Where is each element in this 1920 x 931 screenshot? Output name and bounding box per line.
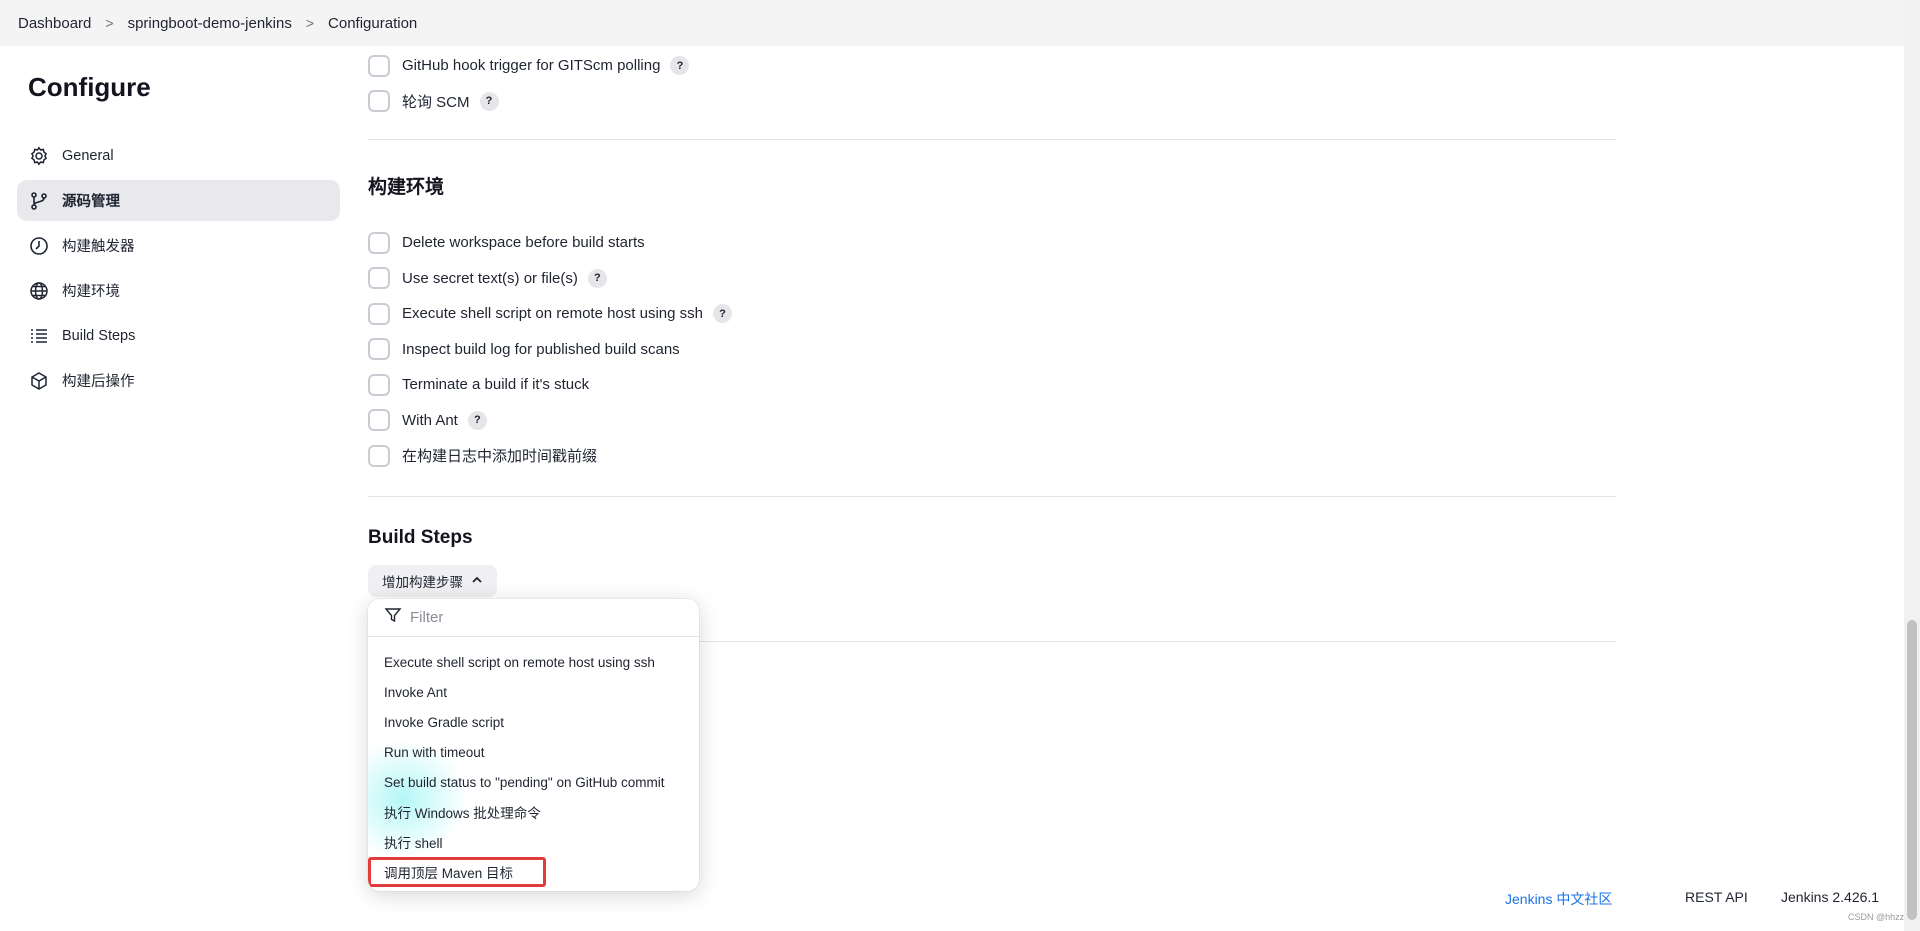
dropdown-menu: Execute shell script on remote host usin… bbox=[368, 637, 699, 887]
help-icon[interactable]: ? bbox=[670, 56, 690, 76]
sidebar-item-label: 构建后操作 bbox=[62, 374, 135, 390]
footer-rest-api-link[interactable]: REST API bbox=[1685, 889, 1748, 905]
option-with-ant: With Ant ? bbox=[368, 403, 1616, 439]
timer-icon bbox=[28, 235, 50, 257]
section-title-build-steps: Build Steps bbox=[368, 526, 473, 548]
option-label[interactable]: Use secret text(s) or file(s) bbox=[402, 270, 578, 287]
globe-icon bbox=[28, 280, 50, 302]
breadcrumb-separator: > bbox=[305, 15, 315, 31]
checkbox[interactable] bbox=[368, 409, 390, 432]
sidebar-nav: General 源码管理 构建触发器 构建环境 Build Steps 构建后操… bbox=[17, 135, 340, 405]
breadcrumb-separator: > bbox=[105, 15, 114, 31]
checkbox[interactable] bbox=[368, 54, 390, 77]
sidebar-item-post-build[interactable]: 构建后操作 bbox=[17, 360, 340, 401]
sidebar-item-label: Build Steps bbox=[62, 327, 136, 344]
checkbox[interactable] bbox=[368, 444, 390, 467]
menu-item-github-status[interactable]: Set build status to "pending" on GitHub … bbox=[368, 767, 699, 797]
option-build-scans: Inspect build log for published build sc… bbox=[368, 332, 1616, 368]
footer-community-link[interactable]: Jenkins 中文社区 bbox=[1505, 889, 1612, 909]
footer-version[interactable]: Jenkins 2.426.1 bbox=[1781, 889, 1879, 905]
help-icon[interactable]: ? bbox=[712, 304, 732, 324]
menu-item-invoke-ant[interactable]: Invoke Ant bbox=[368, 677, 699, 707]
dropdown-filter bbox=[368, 599, 699, 637]
add-build-step-label: 增加构建步骤 bbox=[382, 575, 463, 590]
breadcrumb-dashboard[interactable]: Dashboard bbox=[18, 15, 91, 32]
checkbox[interactable] bbox=[368, 90, 390, 113]
sidebar-item-label: 构建触发器 bbox=[62, 239, 135, 255]
watermark: CSDN @hhzz bbox=[1848, 912, 1905, 922]
option-label[interactable]: Delete workspace before build starts bbox=[402, 234, 645, 251]
sidebar-item-label: General bbox=[62, 147, 114, 164]
help-icon[interactable]: ? bbox=[467, 410, 487, 430]
menu-item-maven-target[interactable]: 调用顶层 Maven 目标 bbox=[368, 857, 546, 887]
menu-item-remote-ssh[interactable]: Execute shell script on remote host usin… bbox=[368, 647, 699, 677]
sidebar-item-label: 构建环境 bbox=[62, 284, 120, 300]
menu-item-shell[interactable]: 执行 shell bbox=[368, 827, 699, 857]
option-github-hook: GitHub hook trigger for GITScm polling ? bbox=[368, 48, 1616, 84]
chevron-up-icon bbox=[471, 574, 483, 589]
sidebar-item-build-steps[interactable]: Build Steps bbox=[17, 315, 340, 356]
option-label[interactable]: 在构建日志中添加时间戳前缀 bbox=[402, 445, 597, 466]
option-remote-ssh: Execute shell script on remote host usin… bbox=[368, 296, 1616, 332]
build-step-dropdown: Execute shell script on remote host usin… bbox=[368, 599, 699, 891]
option-secret-text: Use secret text(s) or file(s) ? bbox=[368, 261, 1616, 297]
option-delete-workspace: Delete workspace before build starts bbox=[368, 225, 1616, 261]
sidebar-title: Configure bbox=[28, 72, 151, 102]
list-icon bbox=[28, 325, 50, 347]
main-content: GitHub hook trigger for GITScm polling ?… bbox=[368, 46, 1616, 642]
breadcrumb-configuration[interactable]: Configuration bbox=[328, 15, 417, 32]
breadcrumb-project[interactable]: springboot-demo-jenkins bbox=[128, 15, 292, 32]
option-terminate-stuck: Terminate a build if it's stuck bbox=[368, 367, 1616, 403]
sidebar-item-general[interactable]: General bbox=[17, 135, 340, 176]
branch-icon bbox=[28, 190, 50, 212]
sidebar-item-label: 源码管理 bbox=[62, 194, 120, 210]
add-build-step-button[interactable]: 增加构建步骤 bbox=[368, 565, 497, 597]
cube-icon bbox=[28, 370, 50, 392]
option-label[interactable]: GitHub hook trigger for GITScm polling bbox=[402, 57, 660, 74]
option-label[interactable]: Execute shell script on remote host usin… bbox=[402, 305, 703, 322]
checkbox[interactable] bbox=[368, 302, 390, 325]
section-title-build-env: 构建环境 bbox=[368, 177, 445, 198]
option-poll-scm: 轮询 SCM ? bbox=[368, 84, 1616, 120]
page-scrollbar[interactable] bbox=[1904, 0, 1920, 931]
option-label[interactable]: Inspect build log for published build sc… bbox=[402, 341, 680, 358]
gear-icon bbox=[28, 145, 50, 167]
option-label[interactable]: Terminate a build if it's stuck bbox=[402, 376, 589, 393]
checkbox[interactable] bbox=[368, 338, 390, 361]
menu-item-run-with-timeout[interactable]: Run with timeout bbox=[368, 737, 699, 767]
sidebar-item-build-env[interactable]: 构建环境 bbox=[17, 270, 340, 311]
breadcrumb: Dashboard > springboot-demo-jenkins > Co… bbox=[0, 0, 1904, 46]
checkbox[interactable] bbox=[368, 373, 390, 396]
option-timestamps: 在构建日志中添加时间戳前缀 bbox=[368, 438, 1616, 474]
checkbox[interactable] bbox=[368, 267, 390, 290]
help-icon[interactable]: ? bbox=[479, 91, 499, 111]
filter-input[interactable] bbox=[410, 609, 670, 626]
sidebar-item-scm[interactable]: 源码管理 bbox=[17, 180, 340, 221]
option-label[interactable]: With Ant bbox=[402, 412, 458, 429]
menu-item-windows-batch[interactable]: 执行 Windows 批处理命令 bbox=[368, 797, 699, 827]
menu-item-invoke-gradle[interactable]: Invoke Gradle script bbox=[368, 707, 699, 737]
option-label[interactable]: 轮询 SCM bbox=[402, 91, 470, 112]
filter-icon bbox=[384, 606, 402, 629]
checkbox[interactable] bbox=[368, 231, 390, 254]
help-icon[interactable]: ? bbox=[587, 268, 607, 288]
scrollbar-thumb[interactable] bbox=[1907, 620, 1917, 920]
sidebar-item-build-triggers[interactable]: 构建触发器 bbox=[17, 225, 340, 266]
